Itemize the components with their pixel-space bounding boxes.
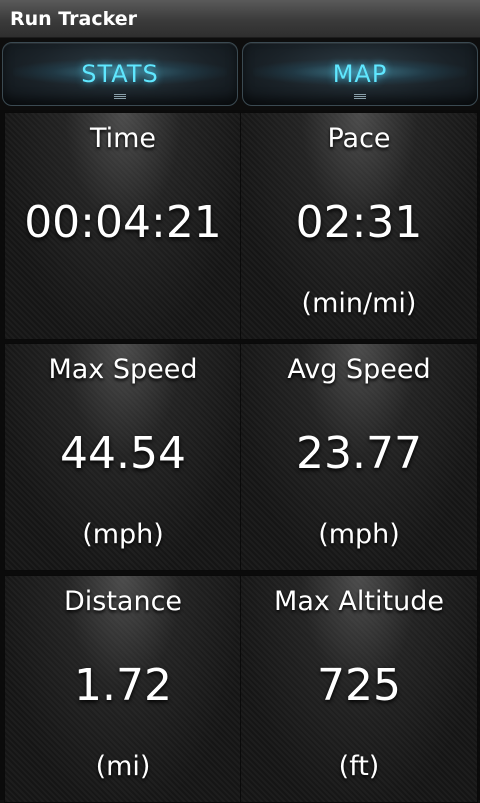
- title-bar: Run Tracker: [0, 0, 480, 38]
- stat-value: 1.72: [74, 660, 172, 711]
- stat-label: Max Altitude: [274, 586, 444, 617]
- stat-avg-speed: Avg Speed 23.77 (mph): [240, 343, 478, 571]
- stats-grid: Time 00:04:21 Pace 02:31 (min/mi) Max Sp…: [0, 110, 480, 803]
- grip-icon: [114, 94, 126, 100]
- stat-unit: (mph): [82, 519, 164, 550]
- stat-label: Distance: [63, 586, 183, 617]
- stat-time: Time 00:04:21: [4, 112, 242, 340]
- stat-label: Avg Speed: [287, 354, 431, 385]
- stat-label: Pace: [327, 123, 391, 154]
- stat-value: 725: [317, 660, 401, 711]
- stat-unit: (mph): [318, 519, 400, 550]
- tab-map[interactable]: MAP: [242, 42, 478, 106]
- stat-value: 44.54: [60, 428, 186, 479]
- tab-bar: STATS MAP: [0, 38, 480, 110]
- stat-max-altitude: Max Altitude 725 (ft): [240, 575, 478, 803]
- stat-value: 23.77: [296, 428, 422, 479]
- stat-unit: (min/mi): [301, 288, 417, 319]
- stat-unit: (ft): [338, 751, 380, 782]
- app-title: Run Tracker: [10, 8, 138, 30]
- tab-map-label: MAP: [332, 60, 388, 88]
- stat-unit: (mi): [95, 751, 151, 782]
- stat-label: Time: [89, 123, 157, 154]
- grip-icon: [354, 94, 366, 100]
- stat-max-speed: Max Speed 44.54 (mph): [4, 343, 242, 571]
- stat-label: Max Speed: [48, 354, 198, 385]
- tab-stats[interactable]: STATS: [2, 42, 238, 106]
- stat-value: 00:04:21: [24, 197, 222, 248]
- stat-pace: Pace 02:31 (min/mi): [240, 112, 478, 340]
- stat-distance: Distance 1.72 (mi): [4, 575, 242, 803]
- stat-value: 02:31: [295, 197, 423, 248]
- tab-stats-label: STATS: [81, 60, 159, 88]
